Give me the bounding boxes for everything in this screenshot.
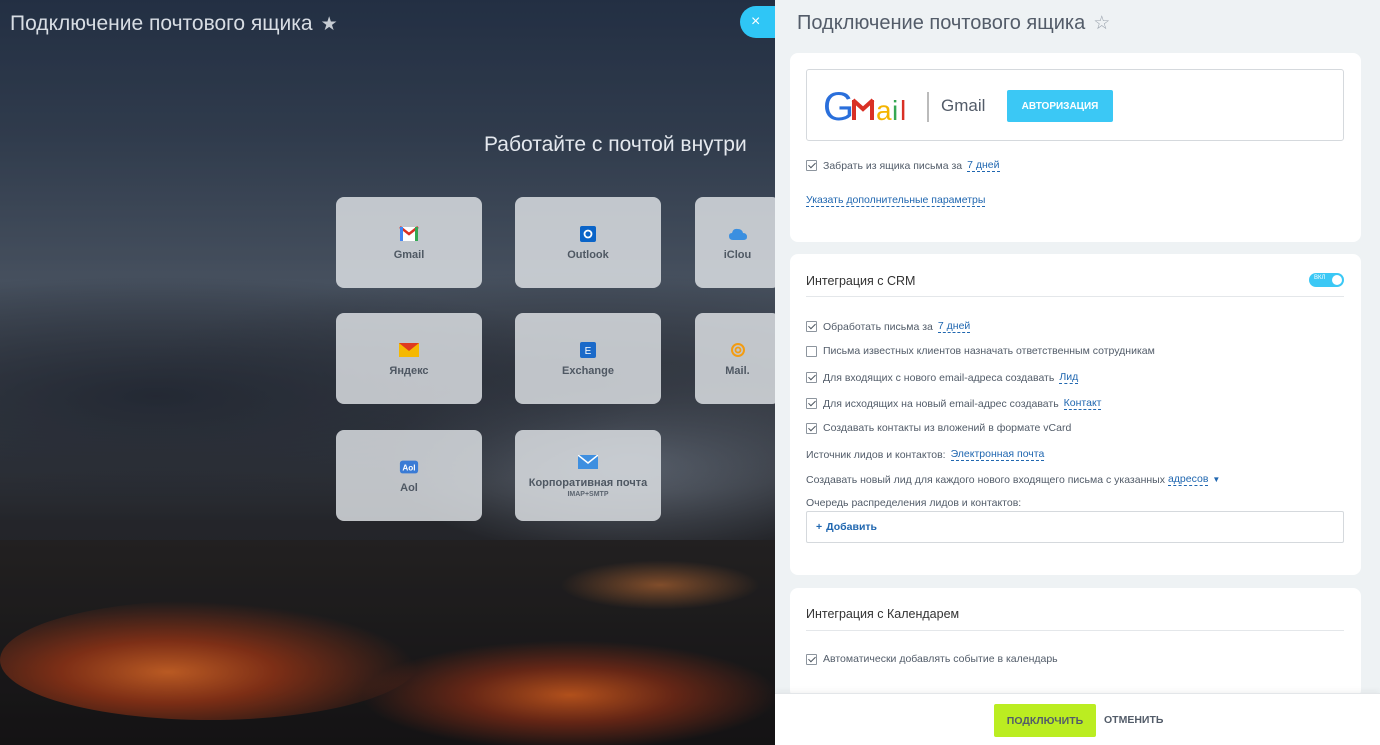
mailru-icon [728,341,748,359]
tile-label: iClou [723,248,752,261]
cancel-button[interactable]: ОТМЕНИТЬ [1104,714,1163,726]
panel-title-text: Подключение почтового ящика [797,12,1086,34]
background-page-title: Подключение почтового ящика ★ [10,12,338,36]
outlook-icon [578,225,598,243]
background-title-text: Подключение почтового ящика [10,12,313,35]
panel-footer: ПОДКЛЮЧИТЬ ОТМЕНИТЬ [775,693,1380,745]
svg-text:a: a [876,95,892,126]
queue-row: Очередь распределения лидов и контактов: [806,497,1021,509]
queue-add-button[interactable]: + Добавить [806,511,1344,543]
tile-outlook[interactable]: Outlook [515,197,661,288]
crm-integration-card: Интеграция с CRM ВКЛ Обработать письма з… [790,254,1361,575]
fetch-label: Забрать из ящика письма за [823,159,963,172]
source-label: Источник лидов и контактов: [806,448,946,461]
process-row: Обработать письма за 7 дней [806,320,971,333]
known-clients-label: Письма известных клиентов назначать отве… [823,345,1155,357]
fetch-checkbox[interactable] [806,160,817,171]
crm-section-title: Интеграция с CRM [806,274,916,288]
tile-gmail[interactable]: Gmail [336,197,482,288]
outgoing-entity-link[interactable]: Контакт [1063,397,1102,410]
vcard-label: Создавать контакты из вложений в формате… [823,422,1072,434]
tile-aol[interactable]: Aol Aol [336,430,482,521]
advanced-settings-link[interactable]: Указать дополнительные параметры [806,194,986,207]
svg-text:l: l [900,95,906,126]
chevron-down-icon[interactable]: ▼ [1212,475,1220,484]
crm-toggle[interactable]: ВКЛ [1309,273,1344,287]
tile-label: Gmail [393,248,425,261]
tile-icloud[interactable]: iClou [695,197,780,288]
tile-label: Outlook [567,248,609,261]
vcard-row: Создавать контакты из вложений в формате… [806,422,1071,434]
outgoing-row: Для исходящих на новый email-адрес созда… [806,397,1102,410]
known-clients-checkbox[interactable] [806,345,817,357]
plus-icon: + [816,521,823,533]
tile-label: Exchange [562,364,614,377]
queue-label: Очередь распределения лидов и контактов: [806,497,1022,509]
panel-title: Подключение почтового ящика ☆ [797,12,1110,35]
outgoing-checkbox[interactable] [806,398,817,409]
calendar-section-title: Интеграция с Календарем [806,607,960,621]
tile-label: Aol [400,481,418,494]
advanced-row: Указать дополнительные параметры [806,194,986,207]
gmail-logo-icon: G a i l [823,86,929,126]
envelope-icon [578,453,598,471]
tile-label: Яндекс [389,364,429,377]
svg-text:G: G [823,86,854,126]
tile-yandex[interactable]: Яндекс [336,313,482,404]
tile-sublabel: IMAP+SMTP [567,491,609,498]
addresses-link[interactable]: адресов [1167,473,1209,486]
tile-corporate-mail[interactable]: Корпоративная почта IMAP+SMTP [515,430,661,521]
gmail-icon [399,225,419,243]
source-row: Источник лидов и контактов: Электронная … [806,448,1045,461]
known-clients-row: Письма известных клиентов назначать отве… [806,345,1155,357]
incoming-row: Для входящих с нового email-адреса созда… [806,371,1079,384]
star-icon[interactable]: ★ [321,13,338,36]
tile-exchange[interactable]: E Exchange [515,313,661,404]
calendar-auto-label: Автоматически добавлять событие в календ… [823,653,1058,665]
background-heading: Работайте с почтой внутри [484,133,747,156]
exchange-icon: E [578,341,598,359]
vcard-checkbox[interactable] [806,422,817,434]
svg-text:i: i [892,95,898,126]
calendar-integration-card: Интеграция с Календарем Автоматически до… [790,588,1361,698]
incoming-checkbox[interactable] [806,372,817,383]
section-divider [806,296,1344,297]
connect-button[interactable]: ПОДКЛЮЧИТЬ [994,704,1096,737]
star-outline-icon[interactable]: ☆ [1093,12,1110,35]
incoming-entity-link[interactable]: Лид [1059,371,1079,384]
icloud-icon [728,225,748,243]
close-icon: × [751,13,761,30]
toggle-knob [1332,275,1342,285]
svg-text:Aol: Aol [402,463,415,472]
process-period-link[interactable]: 7 дней [937,320,971,333]
section-divider [806,630,1344,631]
close-slider-button[interactable]: × [740,6,778,38]
tile-label: Корпоративная почта [528,477,648,489]
add-label: Добавить [826,521,877,533]
calendar-auto-row: Автоматически добавлять событие в календ… [806,653,1058,665]
tile-label: Mail. [725,364,750,377]
tile-mailru[interactable]: Mail. [695,313,780,404]
toggle-label: ВКЛ [1314,275,1326,281]
authorize-button[interactable]: Авторизация [1007,90,1113,122]
calendar-auto-checkbox[interactable] [806,653,817,665]
process-label: Обработать письма за [823,320,933,333]
aol-icon: Aol [399,458,419,476]
mailbox-service-box: G a i l Gmail Авторизация [806,69,1344,141]
fetch-row: Забрать из ящика письма за 7 дней [806,159,1000,172]
new-lead-label: Создавать новый лид для каждого нового в… [806,473,1165,486]
slider-panel: Подключение почтового ящика ☆ G a i l Gm… [775,0,1380,745]
svg-text:E: E [585,346,592,357]
fetch-period-link[interactable]: 7 дней [967,159,1000,172]
source-value-link[interactable]: Электронная почта [950,448,1045,461]
new-lead-row: Создавать новый лид для каждого нового в… [806,473,1220,486]
yandex-mail-icon [399,341,419,359]
outgoing-label: Для исходящих на новый email-адрес созда… [823,397,1059,410]
service-name: Gmail [941,96,986,115]
mailbox-card: G a i l Gmail Авторизация Забрать из ящи… [790,53,1361,242]
incoming-label: Для входящих с нового email-адреса созда… [823,371,1055,384]
process-checkbox[interactable] [806,321,817,332]
